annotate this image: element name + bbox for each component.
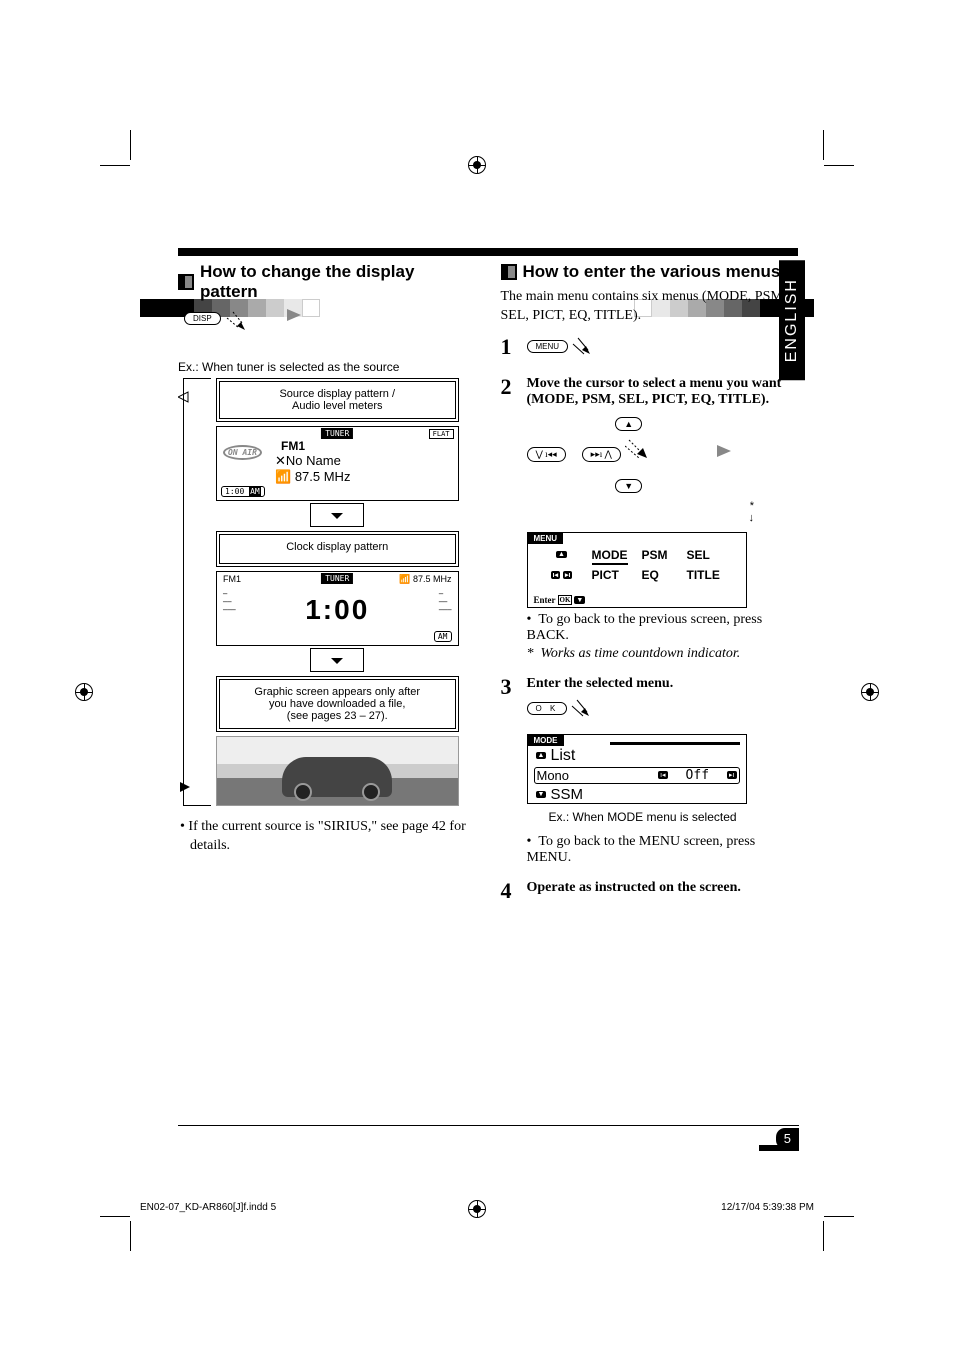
- step-number-4: 4: [501, 880, 519, 902]
- crop-marks-top: [0, 145, 954, 185]
- registration-mark-icon: [861, 683, 879, 701]
- next-track-button: ▸▸ı ⋀: [582, 447, 621, 462]
- step-4-heading: Operate as instructed on the screen.: [527, 880, 800, 896]
- up-arrow-button: ▲: [615, 417, 642, 431]
- graphic-screen-preview: [216, 736, 459, 806]
- section-header-icon: [501, 264, 517, 280]
- mode-example-caption: Ex.: When MODE menu is selected: [549, 810, 800, 824]
- up-icon: ▲: [536, 752, 547, 759]
- flow-arrow-down: [310, 648, 364, 672]
- caption-box-1: Source display pattern / Audio level met…: [216, 378, 459, 422]
- page-number: 5: [776, 1128, 799, 1149]
- caption-box-3: Graphic screen appears only after you ha…: [216, 676, 459, 732]
- down-icon: ▼: [574, 596, 585, 604]
- menu-button: MENU: [527, 340, 569, 353]
- arrow-right-icon: [287, 309, 301, 321]
- disp-button: DISP: [184, 312, 221, 325]
- crop-marks-bottom: [0, 1196, 954, 1236]
- step-3-heading: Enter the selected menu.: [527, 676, 800, 692]
- registration-mark-icon: [75, 683, 93, 701]
- step-number-1: 1: [501, 336, 519, 366]
- arrow-right-icon: [717, 445, 731, 457]
- prev-icon: ı◂: [658, 771, 667, 779]
- step-number-2: 2: [501, 376, 519, 666]
- next-icon: ▸ı: [727, 771, 736, 779]
- prev-track-button: ⋁ ı◂◂: [527, 447, 566, 462]
- countdown-note: * Works as time countdown indicator.: [527, 646, 800, 662]
- ok-button: O K: [527, 702, 568, 715]
- lcd-source-display: TUNER FLAT ON AIR FM1 ✕No Name 📶 87.5 MH…: [216, 426, 459, 501]
- menu-screen: MENU ▲ MODE PSM SEL ı◂ ▸ı PICT EQ TITLE …: [527, 532, 747, 608]
- press-arrow-icon: [572, 336, 612, 366]
- prev-icon: ı◂: [551, 571, 560, 579]
- press-arrow-icon: [571, 698, 611, 728]
- footer-rule: [178, 1125, 799, 1126]
- menu-back-note: • To go back to the MENU screen, press M…: [527, 834, 800, 866]
- up-icon: ▲: [556, 551, 567, 558]
- step-2-heading: Move the cursor to select a menu you wan…: [527, 376, 800, 408]
- intro-text: The main menu contains six menus (MODE, …: [501, 288, 800, 326]
- example-caption: Ex.: When tuner is selected as the sourc…: [178, 360, 477, 374]
- caption-box-2: Clock display pattern: [216, 531, 459, 567]
- down-icon: ▼: [536, 791, 547, 798]
- next-icon: ▸ı: [563, 571, 572, 579]
- back-note: • To go back to the previous screen, pre…: [527, 612, 800, 644]
- down-arrow-button: ▼: [615, 479, 642, 493]
- step-number-3: 3: [501, 676, 519, 870]
- flow-arrow-down: [310, 503, 364, 527]
- press-arrow-icon: [225, 310, 275, 346]
- on-air-icon: ON AIR: [223, 445, 262, 460]
- top-rule: [178, 248, 798, 256]
- section-title: How to enter the various menus: [523, 262, 781, 282]
- mode-screen: MODE ▲List Mono ı◂ Off ▸ı ▼SSM: [527, 734, 747, 804]
- press-arrow-icon: [625, 436, 705, 472]
- registration-mark-icon: [468, 156, 486, 174]
- section-title: How to change the display pattern: [200, 262, 477, 302]
- lcd-clock-display: FM1 TUNER 📶 87.5 MHz 1:00 ━━━━━━ ━━━━━━ …: [216, 571, 459, 646]
- section-header-icon: [178, 274, 194, 290]
- sirius-note: • If the current source is "SIRIUS," see…: [178, 818, 477, 856]
- language-tab: ENGLISH: [779, 260, 805, 380]
